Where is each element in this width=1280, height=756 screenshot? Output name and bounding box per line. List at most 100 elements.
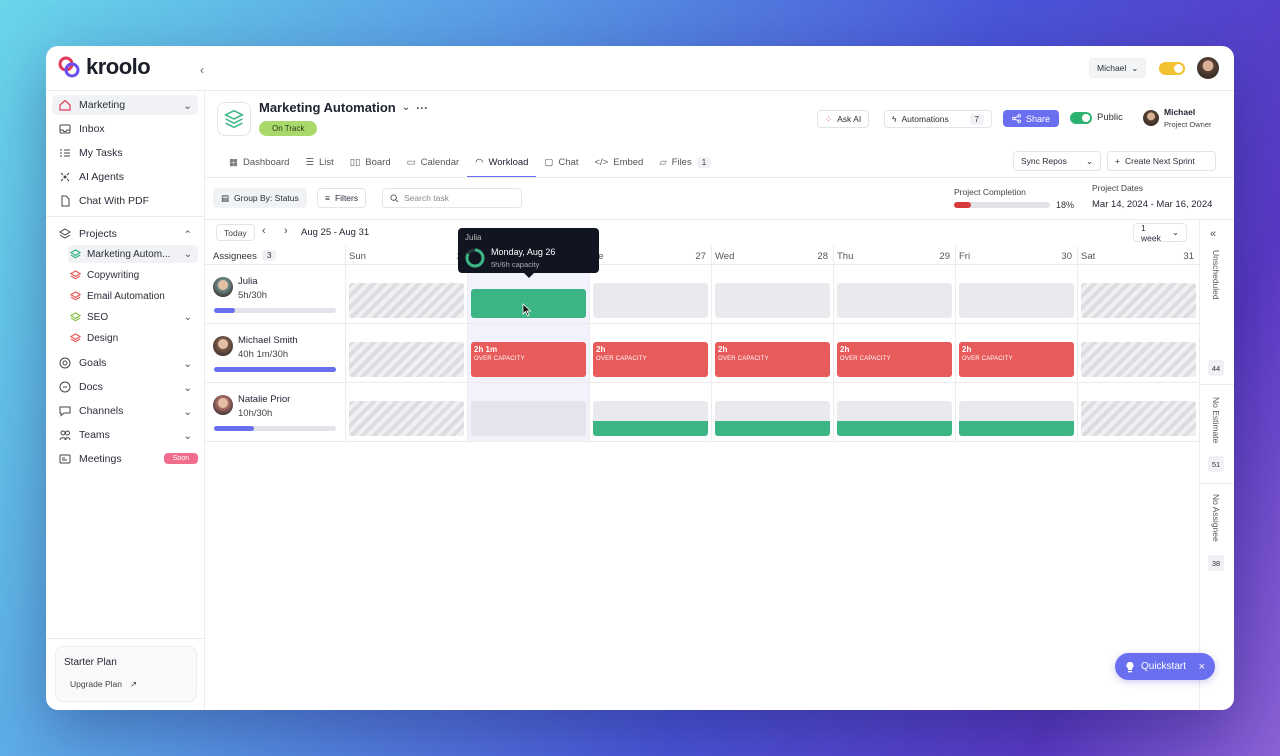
no-estimate-label[interactable]: No Estimate	[1211, 397, 1221, 443]
project-item-design[interactable]: Design	[68, 329, 198, 347]
workload-cell[interactable]	[1078, 265, 1200, 324]
view-range-select[interactable]: 1 week ⌄	[1133, 223, 1187, 243]
over-capacity-bar[interactable]: 2h OVER CAPACITY	[837, 342, 952, 377]
workload-cell[interactable]: 2h OVER CAPACITY	[712, 324, 834, 383]
sidebar-item-teams[interactable]: Teams ⌄	[52, 425, 198, 445]
workload-cell[interactable]	[346, 383, 468, 442]
chevron-down-icon[interactable]: ⌄	[184, 249, 192, 260]
mouse-cursor-icon	[522, 303, 532, 317]
sidebar-item-ai-agents[interactable]: AI Agents	[52, 167, 198, 187]
sidebar-item-chat-with-pdf[interactable]: Chat With PDF	[52, 191, 198, 211]
workload-cell[interactable]: 2h 1m OVER CAPACITY	[468, 324, 590, 383]
public-toggle[interactable]	[1070, 112, 1092, 124]
workload-cell[interactable]	[834, 383, 956, 442]
project-item-marketing-automation[interactable]: Marketing Autom... ⌄	[68, 245, 198, 263]
expand-panel-icon[interactable]: «	[1210, 228, 1216, 240]
over-capacity-bar[interactable]: 2h OVER CAPACITY	[959, 342, 1074, 377]
sidebar-item-label: Marketing	[79, 99, 126, 111]
share-button[interactable]: Share	[1003, 110, 1059, 127]
assignee-cell[interactable]: Natalie Prior 10h/30h	[205, 383, 346, 442]
day-header: Sat 31	[1078, 246, 1200, 265]
workload-cell[interactable]	[712, 265, 834, 324]
upgrade-plan-link[interactable]: Upgrade Plan ↗	[70, 679, 137, 690]
workload-cell[interactable]: 2h OVER CAPACITY	[834, 324, 956, 383]
tab-board[interactable]: ▯▯ Board	[342, 154, 399, 170]
workload-cell[interactable]: 2h OVER CAPACITY	[956, 324, 1078, 383]
chevron-down-icon[interactable]: ⌄	[402, 102, 410, 113]
chevron-down-icon[interactable]: ⌄	[183, 406, 192, 418]
search-input[interactable]: Search task	[382, 188, 522, 208]
tab-label: Files	[671, 156, 692, 168]
project-stack-icon	[70, 311, 81, 321]
sidebar-item-meetings[interactable]: Meetings Soon	[52, 449, 198, 469]
more-icon[interactable]: ···	[416, 101, 428, 115]
tab-files[interactable]: ▱ Files 1	[651, 154, 719, 170]
sidebar-item-goals[interactable]: Goals ⌄	[52, 353, 198, 373]
chevron-down-icon[interactable]: ⌄	[183, 430, 192, 442]
tab-chat[interactable]: ▢ Chat	[536, 154, 586, 170]
workload-bar[interactable]	[959, 421, 1074, 436]
chevron-down-icon: ⌄	[1085, 155, 1093, 166]
over-capacity-bar[interactable]: 2h OVER CAPACITY	[715, 342, 830, 377]
sidebar-item-marketing[interactable]: Marketing ⌄	[52, 95, 198, 115]
no-assignee-label[interactable]: No Assignee	[1211, 494, 1221, 542]
workload-cell[interactable]	[346, 324, 468, 383]
close-icon[interactable]: ×	[1199, 661, 1205, 673]
chevron-right-icon[interactable]: ›	[284, 225, 288, 237]
workload-cell[interactable]	[590, 265, 712, 324]
project-item-email-automation[interactable]: Email Automation	[68, 287, 198, 305]
over-capacity-bar[interactable]: 2h 1m OVER CAPACITY	[471, 342, 586, 377]
sidebar-item-projects[interactable]: Projects ⌃	[52, 224, 198, 244]
today-button[interactable]: Today	[216, 224, 255, 241]
tab-list[interactable]: ☰ List	[297, 154, 341, 170]
sidebar-item-my-tasks[interactable]: My Tasks	[52, 143, 198, 163]
quickstart-button[interactable]: Quickstart ×	[1115, 653, 1215, 680]
sidebar-item-inbox[interactable]: Inbox	[52, 119, 198, 139]
chevron-down-icon[interactable]: ⌄	[183, 382, 192, 394]
over-capacity-bar[interactable]: 2h OVER CAPACITY	[593, 342, 708, 377]
sidebar-item-docs[interactable]: Docs ⌄	[52, 377, 198, 397]
sync-repos-button[interactable]: Sync Repos ⌄	[1013, 151, 1101, 171]
assignee-cell[interactable]: Michael Smith 40h 1m/30h	[205, 324, 346, 383]
create-sprint-button[interactable]: + Create Next Sprint	[1107, 151, 1216, 171]
chevron-down-icon[interactable]: ⌄	[184, 312, 192, 323]
chevron-up-icon[interactable]: ⌃	[183, 229, 192, 241]
workload-cell[interactable]	[712, 383, 834, 442]
tab-calendar[interactable]: ▭ Calendar	[399, 154, 468, 170]
project-item-copywriting[interactable]: Copywriting	[68, 266, 198, 284]
workload-cell[interactable]	[1078, 324, 1200, 383]
workload-cell[interactable]	[346, 265, 468, 324]
workload-bar[interactable]	[715, 421, 830, 436]
unscheduled-label[interactable]: Unscheduled	[1211, 250, 1221, 300]
filters-button[interactable]: ≡ Filters	[317, 188, 367, 208]
workload-cell[interactable]	[834, 265, 956, 324]
chevron-down-icon[interactable]: ⌄	[183, 358, 192, 370]
bar-hours: 2h	[596, 345, 606, 354]
tab-label: Chat	[558, 156, 579, 168]
workload-cell[interactable]	[590, 383, 712, 442]
avatar[interactable]	[1197, 57, 1219, 79]
collapse-sidebar-icon[interactable]: ‹	[200, 63, 204, 77]
tab-dashboard[interactable]: ▦ Dashboard	[221, 154, 297, 170]
status-badge[interactable]: On Track	[259, 121, 318, 136]
tab-workload[interactable]: ◠ Workload	[467, 154, 537, 178]
workload-bar[interactable]	[593, 421, 708, 436]
workload-cell[interactable]	[468, 383, 590, 442]
workload-cell[interactable]	[1078, 383, 1200, 442]
day-name: Wed	[715, 251, 735, 262]
workload-cell[interactable]: 2h OVER CAPACITY	[590, 324, 712, 383]
theme-toggle[interactable]	[1159, 62, 1185, 75]
assignee-cell[interactable]: Julia 5h/30h	[205, 265, 346, 324]
sidebar-item-channels[interactable]: Channels ⌄	[52, 401, 198, 421]
workload-cell[interactable]	[956, 383, 1078, 442]
user-menu[interactable]: Michael ⌄	[1089, 58, 1147, 78]
chevron-left-icon[interactable]: ‹	[262, 225, 266, 237]
tab-embed[interactable]: </> Embed	[586, 154, 651, 170]
workload-bar[interactable]	[837, 421, 952, 436]
automations-button[interactable]: ϟ Automations 7	[884, 110, 992, 128]
project-item-seo[interactable]: SEO ⌄	[68, 308, 198, 326]
chevron-down-icon[interactable]: ⌄	[183, 100, 192, 112]
workload-cell[interactable]	[956, 265, 1078, 324]
ask-ai-button[interactable]: ⁘ Ask AI	[817, 110, 870, 128]
group-by-button[interactable]: ▤ Group By: Status	[213, 188, 307, 208]
